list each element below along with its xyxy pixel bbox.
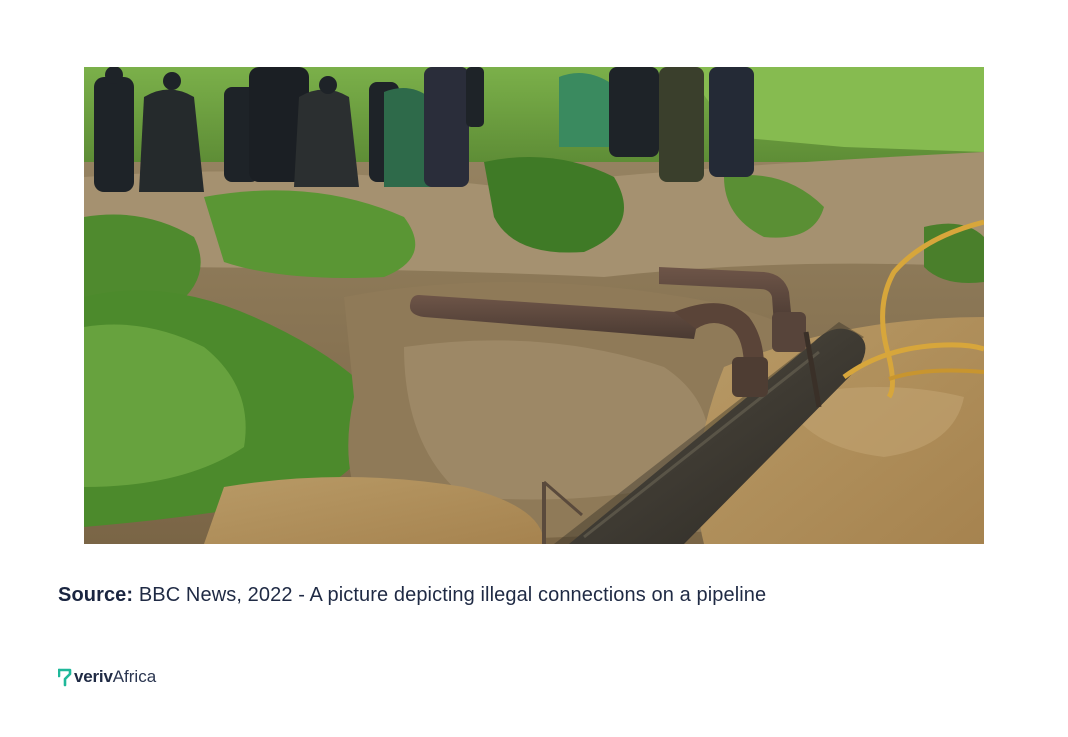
logo-brand-bold: veriv bbox=[74, 667, 113, 686]
verivafrica-logo-mark-icon bbox=[58, 668, 72, 687]
caption-source-label: Source: bbox=[58, 584, 134, 606]
page: Source: BBC News, 2022 - A picture depic… bbox=[0, 0, 1068, 737]
pipeline-photo bbox=[84, 67, 984, 544]
pipeline-photo-illustration bbox=[84, 67, 984, 544]
logo-brand-light: Africa bbox=[112, 667, 157, 686]
verivafrica-logo: veriv Africa bbox=[58, 665, 156, 689]
caption-text: BBC News, 2022 - A picture depicting ill… bbox=[138, 584, 767, 606]
photo-caption: Source: BBC News, 2022 - A picture depic… bbox=[58, 584, 766, 607]
